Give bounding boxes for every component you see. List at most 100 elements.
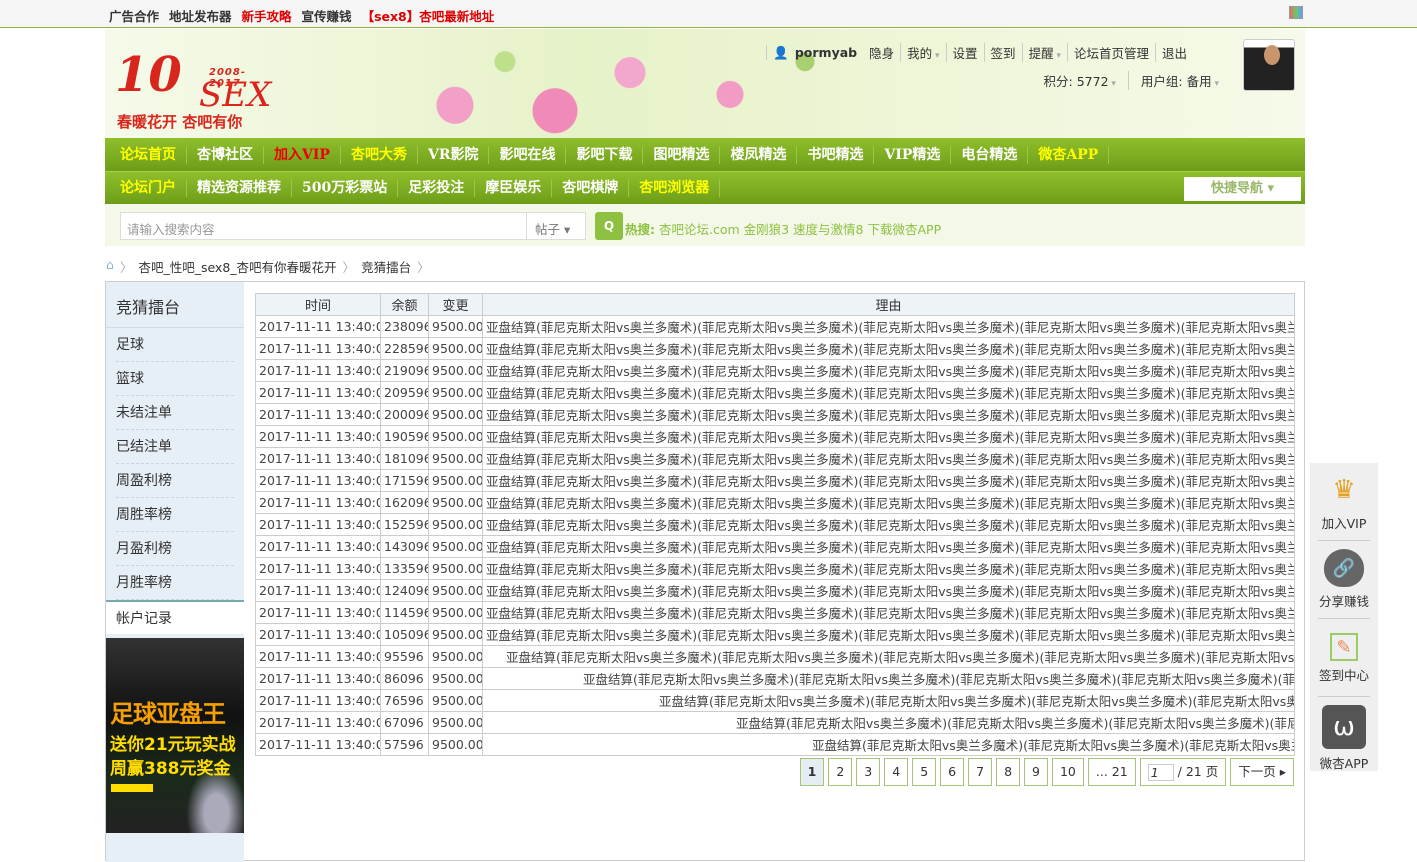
table-row: 2017-11-11 13:40:03 219096 9500.00 亚盘结算(菲尼克… (255, 359, 1295, 382)
subnav-item[interactable]: 500万彩票站 (292, 179, 399, 197)
page-link[interactable]: 8 (996, 758, 1021, 786)
page-link[interactable]: 5 (912, 758, 937, 786)
cell-change: 9500.00 (428, 315, 483, 338)
sidebar-item-monthly-profit[interactable]: 月盈利榜 (116, 532, 234, 566)
subnav-item[interactable]: 论坛门户 (110, 179, 187, 197)
top-link-address[interactable]: 地址发布器 (169, 6, 232, 25)
search-bar: 请输入搜索内容 帖子 ▾ Q 热搜: 杏吧论坛.com 金刚狼3 速度与激情8 … (105, 204, 1305, 246)
nav-item[interactable]: 影吧下载 (566, 145, 644, 164)
forum-admin-link[interactable]: 论坛首页管理 (1066, 43, 1155, 62)
hot-links[interactable]: 杏吧论坛.com 金刚狼3 速度与激情8 下载微杏APP (659, 222, 941, 237)
page-link[interactable]: 10 (1051, 758, 1084, 786)
checkin-center-button[interactable]: ✎ 签到中心 (1318, 619, 1370, 697)
table-row: 2017-11-11 13:40:03 152596 9500.00 亚盘结算(菲尼克… (255, 513, 1295, 536)
nav-item[interactable]: 书吧精选 (797, 145, 875, 164)
sidebar-item-settled-bets[interactable]: 已结注单 (116, 430, 234, 464)
table-row: 2017-11-11 13:40:03 162096 9500.00 亚盘结算(菲尼克… (255, 491, 1295, 514)
usergroup-menu[interactable]: 用户组: 备用 (1129, 71, 1231, 90)
style-switch-icon[interactable] (1289, 6, 1303, 19)
ad-banner[interactable]: 足球亚盘王 送你21元玩实战 周赢388元奖金 (106, 638, 244, 833)
points-menu[interactable]: 积分: 5772 (1032, 71, 1128, 90)
sidebar-item-weekly-profit[interactable]: 周盈利榜 (116, 464, 234, 498)
subnav-item[interactable]: 精选资源推荐 (187, 179, 292, 197)
user-icon: 👤 (766, 44, 795, 60)
user-stats: 积分: 5772 用户组: 备用 (1032, 71, 1231, 90)
page-link[interactable]: 9 (1024, 758, 1048, 786)
nav-item[interactable]: VIP精选 (874, 145, 952, 164)
cell-reason: 亚盘结算(菲尼克斯太阳vs奥兰多魔术)(菲尼克斯太阳vs奥兰多魔术)(菲尼克斯太… (482, 645, 1295, 668)
sidebar-item-basketball[interactable]: 篮球 (116, 362, 234, 396)
top-link-latest-address[interactable]: 【sex8】杏吧最新地址 (362, 6, 495, 25)
chevron-right-icon: 〉 (417, 260, 430, 275)
pagination: 1 2 3 4 5 6 7 8 9 10 ... 21 1 / 21 页 下一页… (799, 758, 1294, 786)
table-row: 2017-11-11 13:40:03 190596 9500.00 亚盘结算(菲尼克… (255, 425, 1295, 448)
top-link-promote[interactable]: 宣传赚钱 (302, 6, 352, 25)
nav-item[interactable]: 杏博社区 (187, 145, 264, 164)
nav-item[interactable]: 论坛首页 (110, 145, 187, 164)
username-link[interactable]: 👤 pormyab (766, 44, 863, 61)
quick-nav-button[interactable]: 快捷导航 ▾ (1184, 177, 1301, 201)
nav-item[interactable]: VR影院 (418, 145, 490, 164)
page-link[interactable]: 4 (884, 758, 909, 786)
cell-balance: 124096 (380, 579, 429, 602)
cell-reason: 亚盘结算(菲尼克斯太阳vs奥兰多魔术)(菲尼克斯太阳vs奥兰多魔术)(菲尼克斯太… (482, 711, 1295, 734)
page-link[interactable]: 7 (968, 758, 993, 786)
subnav-item[interactable]: 摩臣娱乐 (475, 179, 553, 197)
cell-time: 2017-11-11 13:40:03 (255, 381, 381, 404)
cell-balance: 238096 (380, 315, 429, 338)
nav-item[interactable]: 图吧精选 (643, 145, 721, 164)
sidebar-item-monthly-winrate[interactable]: 月胜率榜 (116, 566, 234, 600)
home-icon[interactable]: ⌂ (106, 257, 114, 276)
breadcrumb-arena[interactable]: 竞猜擂台 (361, 257, 411, 276)
page-link[interactable]: 2 (828, 758, 853, 786)
nav-item[interactable]: 杏吧大秀 (341, 145, 418, 164)
search-type-select[interactable]: 帖子 ▾ (526, 212, 586, 240)
logout-link[interactable]: 退出 (1154, 43, 1193, 62)
subnav-item[interactable]: 足彩投注 (398, 179, 476, 197)
sidebar-item-weekly-winrate[interactable]: 周胜率榜 (116, 498, 234, 532)
search-button[interactable]: Q (595, 212, 623, 240)
app-button[interactable]: ω 微杏APP (1318, 697, 1370, 775)
checkin-link[interactable]: 签到 (983, 43, 1022, 62)
nav-item[interactable]: 加入VIP (264, 145, 341, 164)
cell-change: 9500.00 (428, 513, 483, 536)
app-logo-icon: ω (1322, 705, 1366, 749)
page-current[interactable]: 1 (799, 758, 825, 786)
subnav-item[interactable]: 杏吧浏览器 (629, 179, 721, 197)
notify-menu[interactable]: 提醒 (1021, 43, 1067, 62)
page-link[interactable]: 3 (856, 758, 881, 786)
invisible-link[interactable]: 隐身 (863, 43, 900, 62)
top-link-ads[interactable]: 广告合作 (109, 6, 159, 25)
page-link-last[interactable]: ... 21 (1087, 758, 1136, 786)
settings-link[interactable]: 设置 (945, 43, 984, 62)
cell-change: 9500.00 (428, 535, 483, 558)
cell-reason: 亚盘结算(菲尼克斯太阳vs奥兰多魔术)(菲尼克斯太阳vs奥兰多魔术)(菲尼克斯太… (482, 381, 1295, 404)
avatar[interactable] (1243, 39, 1295, 91)
page-input[interactable]: 1 (1147, 764, 1174, 781)
subnav-item[interactable]: 杏吧棋牌 (552, 179, 630, 197)
logo-sex: SEX (199, 75, 272, 115)
table-row: 2017-11-11 13:40:03 181096 9500.00 亚盘结算(菲尼克… (255, 447, 1295, 470)
search-input[interactable]: 请输入搜索内容 (120, 212, 527, 240)
join-vip-button[interactable]: ♛ 加入VIP (1318, 463, 1370, 541)
user-bar: 👤pormyab 隐身 我的 设置 签到 提醒 论坛首页管理 退出 (766, 43, 1193, 62)
nav-item[interactable]: 电台精选 (951, 145, 1029, 164)
page-link[interactable]: 6 (940, 758, 965, 786)
sidebar-item-open-bets[interactable]: 未结注单 (116, 396, 234, 430)
nav-item[interactable]: 微杏APP (1028, 145, 1110, 164)
share-earn-button[interactable]: 🔗 分享赚钱 (1318, 541, 1370, 619)
nav-item[interactable]: 影吧在线 (489, 145, 567, 164)
page-jump: 1 / 21 页 (1139, 758, 1227, 786)
cell-change: 9500.00 (428, 733, 483, 756)
sidebar-item-account-records[interactable]: 帐户记录 (106, 600, 244, 634)
sidebar-item-football[interactable]: 足球 (116, 328, 234, 362)
banner-line: 送你21元玩实战 (110, 735, 236, 755)
breadcrumb-forum[interactable]: 杏吧_性吧_sex8_杏吧有你春暖花开 (138, 257, 336, 276)
cell-change: 9500.00 (428, 403, 483, 426)
cell-time: 2017-11-11 13:40:03 (255, 403, 381, 426)
nav-item[interactable]: 楼凤精选 (720, 145, 798, 164)
next-page-button[interactable]: 下一页 ▸ (1230, 758, 1294, 786)
table-row: 2017-11-11 13:40:03 124096 9500.00 亚盘结算(菲尼克… (255, 579, 1295, 602)
top-link-guide[interactable]: 新手攻略 (242, 6, 292, 25)
my-menu[interactable]: 我的 (900, 43, 945, 62)
